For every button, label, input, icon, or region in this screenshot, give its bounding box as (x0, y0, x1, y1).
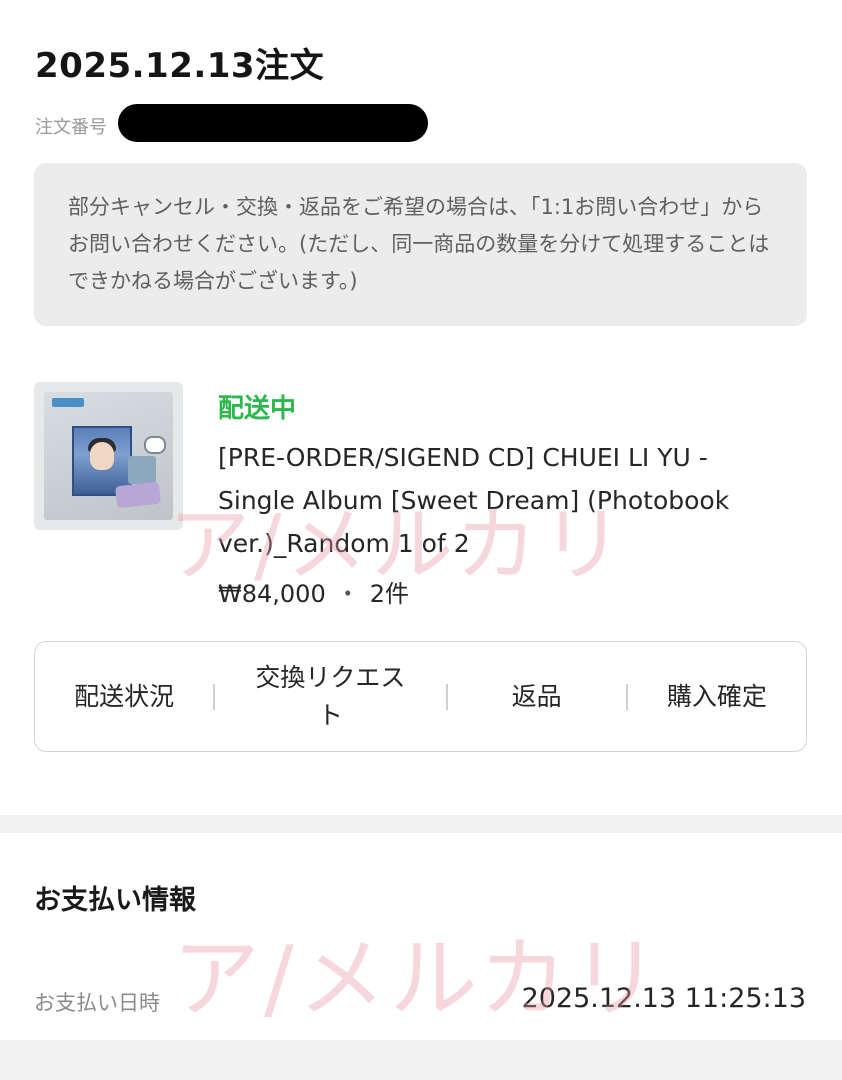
shipping-status-badge: 配送中 (218, 394, 297, 424)
payment-date-value: 2025.12.13 11:25:13 (521, 983, 806, 1014)
order-action-bar: 配送状況 交換リクエスト 返品 購入確定 (34, 641, 807, 752)
product-quantity: 2件 (369, 580, 409, 608)
cover-photo-small (128, 456, 156, 484)
exchange-request-label: 交換リクエスト (255, 662, 406, 730)
price-line: ₩84,000 ・ 2件 (218, 574, 409, 609)
shipping-status-button[interactable]: 配送状況 (35, 678, 213, 716)
confirm-purchase-button[interactable]: 購入確定 (628, 678, 806, 716)
face-shape (90, 442, 114, 470)
payment-info-title: お支払い情報 (34, 885, 196, 916)
brand-badge (52, 398, 84, 407)
product-name[interactable]: [PRE-ORDER/SIGEND CD] CHUEI LI YU - Sing… (218, 436, 778, 565)
payment-section: お支払い情報 お支払い日時 2025.12.13 11:25:13 (0, 833, 842, 1040)
order-date-title: 2025.12.13注文 (35, 46, 325, 86)
product-thumbnail[interactable] (34, 382, 183, 530)
exchange-request-button[interactable]: 交換リクエスト (215, 659, 445, 735)
product-price: ₩84,000 (218, 580, 326, 608)
price-separator: ・ (335, 580, 360, 608)
speech-bubble-icon (144, 436, 166, 454)
album-cover-image (44, 392, 173, 520)
section-divider (0, 815, 842, 833)
redaction-bar (118, 104, 428, 142)
notice-text: 部分キャンセル・交換・返品をご希望の場合は、「1:1お問い合わせ」からお問い合わ… (68, 195, 770, 293)
order-number-label: 注文番号 (35, 117, 107, 138)
cover-sticker (114, 481, 162, 509)
return-button[interactable]: 返品 (448, 678, 626, 716)
bottom-divider (0, 1040, 842, 1080)
payment-date-label: お支払い日時 (34, 991, 160, 1015)
order-section: 2025.12.13注文 注文番号 部分キャンセル・交換・返品をご希望の場合は、… (0, 0, 842, 815)
notice-box: 部分キャンセル・交換・返品をご希望の場合は、「1:1お問い合わせ」からお問い合わ… (34, 163, 807, 326)
